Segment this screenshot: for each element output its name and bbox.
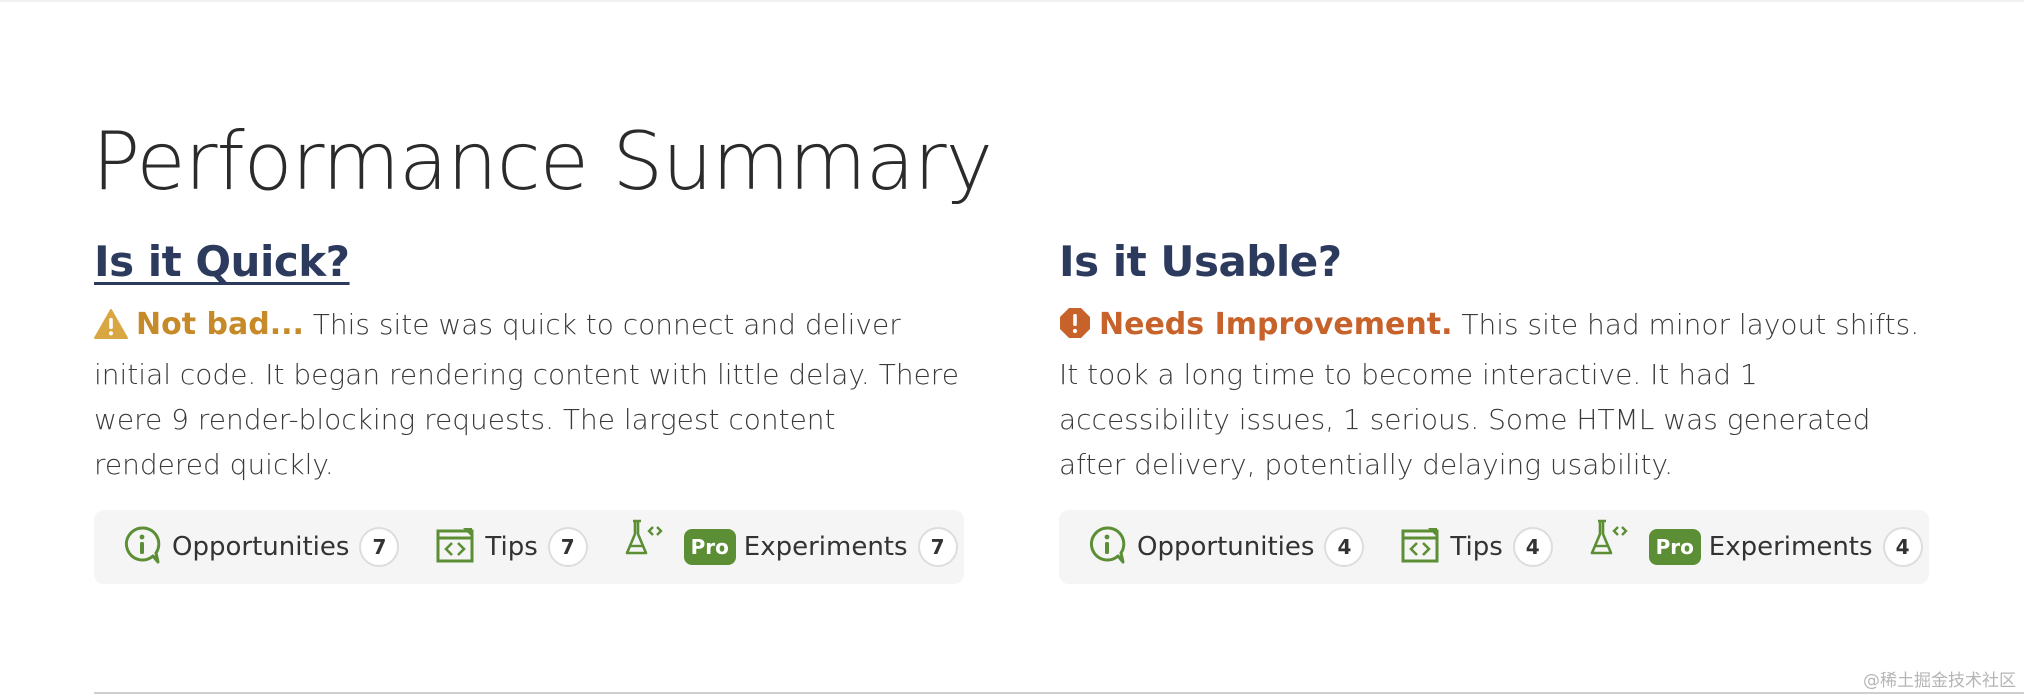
top-divider — [0, 0, 2024, 2]
quick-heading-link[interactable]: Is it Quick? — [94, 237, 350, 286]
tips-code-icon — [435, 525, 475, 570]
opportunities-count: 7 — [359, 527, 400, 567]
warning-triangle-icon — [94, 307, 128, 352]
bottom-divider — [94, 692, 2024, 694]
opportunities-icon — [122, 525, 162, 570]
usable-experiments-button[interactable]: Pro Experiments 4 — [1648, 527, 1923, 567]
quick-toolbar: Opportunities 7 Tips 7 Pro Experiments 7 — [94, 510, 964, 584]
tips-label: Tips — [1450, 532, 1503, 562]
quick-experiments-button[interactable]: Pro Experiments 7 — [683, 527, 958, 567]
opportunities-label: Opportunities — [172, 532, 350, 562]
experiments-label: Experiments — [743, 532, 908, 562]
quick-heading: Is it Quick? — [94, 232, 964, 292]
usable-heading: Is it Usable? — [1059, 237, 1342, 286]
tips-count: 7 — [547, 527, 588, 567]
pro-badge: Pro — [1648, 529, 1701, 565]
experiments-count: 7 — [917, 527, 958, 567]
experiments-count: 4 — [1882, 527, 1923, 567]
page-title: Performance Summary — [92, 115, 993, 208]
usable-section: Is it Usable? Needs Improvement. This si… — [1059, 232, 1929, 487]
pro-badge: Pro — [683, 529, 736, 565]
usable-opportunities-button[interactable]: Opportunities 4 — [1087, 525, 1365, 570]
quick-opportunities-button[interactable]: Opportunities 7 — [122, 525, 400, 570]
quick-summary: Not bad... This site was quick to connec… — [94, 302, 964, 487]
tips-count: 4 — [1512, 527, 1553, 567]
opportunities-count: 4 — [1324, 527, 1365, 567]
flask-icon — [624, 517, 664, 564]
opportunities-icon — [1087, 525, 1127, 570]
opportunities-label: Opportunities — [1137, 532, 1315, 562]
tips-label: Tips — [485, 532, 538, 562]
usable-toolbar: Opportunities 4 Tips 4 Pro Experiments 4 — [1059, 510, 1929, 584]
quick-verdict: Not bad... — [136, 307, 304, 342]
performance-summary-page: Performance Summary Is it Quick? Not bad… — [0, 0, 2024, 696]
usable-verdict: Needs Improvement. — [1099, 307, 1453, 342]
flask-icon — [1589, 517, 1629, 564]
error-octagon-icon — [1059, 307, 1091, 352]
usable-tips-button[interactable]: Tips 4 — [1400, 525, 1553, 570]
tips-code-icon — [1400, 525, 1440, 570]
experiments-label: Experiments — [1708, 532, 1873, 562]
quick-tips-button[interactable]: Tips 7 — [435, 525, 588, 570]
usable-summary: Needs Improvement. This site had minor l… — [1059, 302, 1929, 487]
quick-section: Is it Quick? Not bad... This site was qu… — [94, 232, 964, 487]
watermark: @稀土掘金技术社区 — [1863, 671, 2016, 691]
